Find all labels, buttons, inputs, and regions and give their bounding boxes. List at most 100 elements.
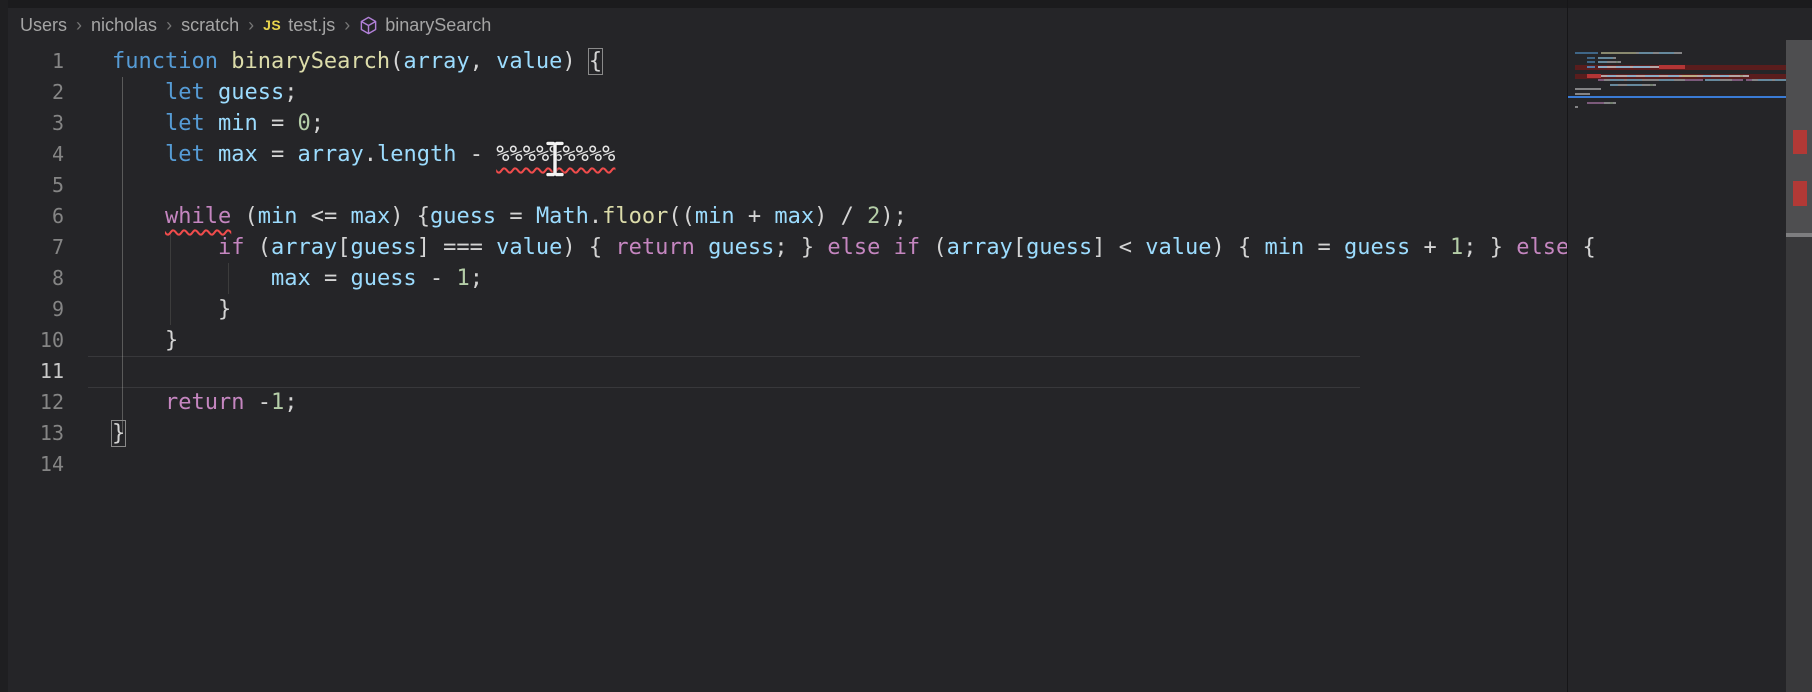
overview-ruler-error-mark [1793,130,1807,154]
code-token: ); [880,204,907,229]
code-editor[interactable]: 1 function binarySearch(array, value) {2 … [0,40,1568,692]
code-line-13[interactable]: 13} [0,418,1568,449]
minimap-code-segment [1659,79,1674,81]
code-token: let [165,80,205,105]
minimap-code-segment [1587,74,1602,78]
code-line-text[interactable]: if (array[guess] === value) { return gue… [112,232,1596,263]
code-line-text[interactable]: return -1; [112,387,297,418]
minimap[interactable] [1568,0,1786,692]
line-number-3[interactable]: 3 [0,108,64,139]
breadcrumb-item-test.js[interactable]: JStest.js [263,15,335,36]
code-line-7[interactable]: 7 if (array[guess] === value) { return g… [0,232,1568,263]
line-number-6[interactable]: 6 [0,201,64,232]
code-token: (( [668,204,695,229]
breadcrumb-separator: › [166,15,172,36]
minimap-code-segment [1720,79,1732,81]
code-line-11[interactable]: 11 [0,356,1568,387]
breadcrumb-item-nicholas[interactable]: nicholas [91,15,157,36]
breadcrumb-label: Users [20,15,67,36]
code-token: if [894,235,921,260]
code-line-3[interactable]: 3 let min = 0; [0,108,1568,139]
minimap-line-2 [1575,56,1786,60]
code-token: let [165,111,205,136]
minimap-code-segment [1610,79,1625,81]
line-number-9[interactable]: 9 [0,294,64,325]
code-line-1[interactable]: 1 function binarySearch(array, value) { [0,46,1568,77]
code-token: = [311,266,351,291]
breadcrumb-label: scratch [181,15,239,36]
minimap-code-segment [1729,75,1741,77]
code-line-text[interactable]: function binarySearch(array, value) { [112,46,602,77]
code-line-10[interactable]: 10 } [0,325,1568,356]
code-token: function [112,49,218,74]
code-token: ; [470,266,483,291]
code-token: return [615,235,694,260]
minimap-code-segment [1613,102,1616,104]
breadcrumb-item-scratch[interactable]: scratch [181,15,239,36]
breadcrumb: Users›nicholas›scratch›JStest.js›binaryS… [20,10,491,40]
code-line-5[interactable]: 5 [0,170,1568,201]
code-line-text[interactable]: } [112,325,178,356]
line-number-10[interactable]: 10 [0,325,64,356]
minimap-code-segment [1575,93,1590,95]
minimap-code-segment [1607,66,1616,68]
line-number-1[interactable]: 1 [0,46,64,77]
minimap-code-segment [1653,84,1656,86]
line-number-14[interactable]: 14 [0,449,64,480]
code-token: guess [1026,235,1092,260]
code-token [112,266,271,291]
minimap-code-segment [1668,75,1680,77]
minimap-code-segment [1601,52,1636,54]
line-number-5[interactable]: 5 [0,170,64,201]
minimap-code-segment [1682,75,1697,77]
code-token: = [496,204,536,229]
minimap-line-7 [1575,78,1786,82]
code-line-6[interactable]: 6 while (min <= max) {guess = Math.floor… [0,201,1568,232]
breadcrumb-item-binarysearch[interactable]: binarySearch [359,15,491,36]
code-line-9[interactable]: 9 } [0,294,1568,325]
code-line-text[interactable]: while (min <= max) {guess = Math.floor((… [112,201,907,232]
line-number-13[interactable]: 13 [0,418,64,449]
line-number-8[interactable]: 8 [0,263,64,294]
code-token: max [271,266,311,291]
code-token [112,235,218,260]
code-line-8[interactable]: 8 max = guess - 1; [0,263,1568,294]
minimap-code-segment [1679,52,1682,54]
minimap-code-segment [1627,84,1642,86]
code-token: ) { [562,235,615,260]
vertical-scrollbar[interactable] [1786,40,1812,692]
code-line-14[interactable]: 14 [0,449,1568,480]
code-line-text[interactable]: } [112,418,125,449]
code-token: array [403,49,469,74]
minimap-code-segment [1575,52,1598,54]
minimap-code-segment [1720,75,1729,77]
code-line-text[interactable]: } [112,294,231,325]
breadcrumb-label: nicholas [91,15,157,36]
code-line-text[interactable]: let max = array.length - %%%%%%%%% [112,139,615,170]
minimap-line-13 [1575,105,1786,109]
code-line-2[interactable]: 2 let guess; [0,77,1568,108]
line-number-11[interactable]: 11 [0,356,64,387]
line-number-4[interactable]: 4 [0,139,64,170]
minimap-code-segment [1636,75,1645,77]
minimap-line-8 [1575,83,1786,87]
minimap-code-segment [1598,57,1613,59]
code-line-12[interactable]: 12 return -1; [0,387,1568,418]
minimap-code-segment [1618,61,1621,63]
line-number-2[interactable]: 2 [0,77,64,108]
line-number-7[interactable]: 7 [0,232,64,263]
minimap-code-segment [1639,52,1654,54]
code-token [112,204,165,229]
code-line-text[interactable]: let guess; [112,77,297,108]
minimap-code-segment [1616,66,1631,68]
code-token: else [1516,235,1569,260]
code-line-text[interactable]: max = guess - 1; [112,263,483,294]
code-line-text[interactable]: let min = 0; [112,108,324,139]
code-token: <= [297,204,350,229]
code-token: guess [218,80,284,105]
line-number-12[interactable]: 12 [0,387,64,418]
minimap-code-segment [1575,88,1601,90]
code-line-4[interactable]: 4 let max = array.length - %%%%%%%%% [0,139,1568,170]
breadcrumb-item-users[interactable]: Users [20,15,67,36]
code-token: ) { [390,204,430,229]
